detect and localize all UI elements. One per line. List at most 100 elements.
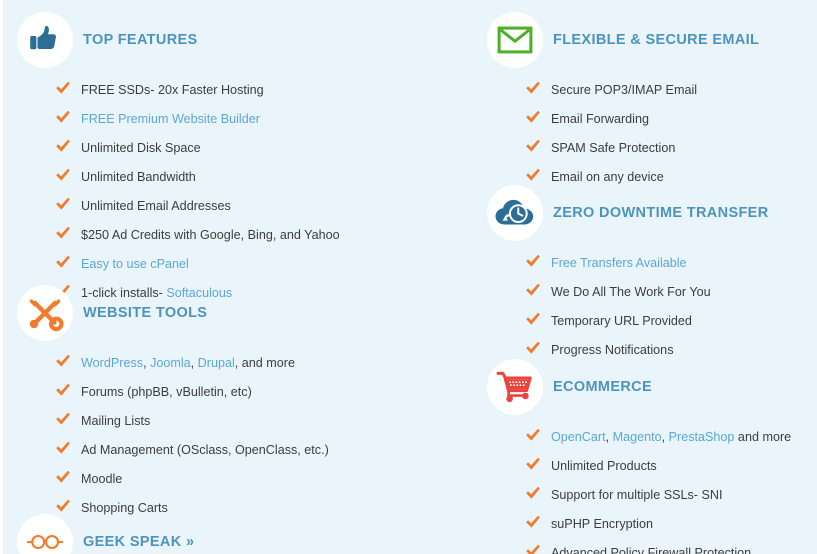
section-title: TOP FEATURES [83, 32, 198, 48]
check-icon [525, 544, 541, 554]
feature-list-item: FREE SSDs- 20x Faster Hosting [55, 80, 340, 97]
feature-list-item: Temporary URL Provided [525, 311, 769, 328]
section-title: ZERO DOWNTIME TRANSFER [553, 205, 769, 221]
feature-label: suPHP Encryption [551, 518, 653, 531]
section-title[interactable]: GEEK SPEAK » [83, 534, 194, 550]
feature-list-item: OpenCart, Magento, PrestaShop and more [525, 427, 791, 444]
feature-label: Easy to use cPanel [81, 258, 189, 271]
feature-link[interactable]: Easy to use cPanel [81, 257, 189, 271]
section-header: ZERO DOWNTIME TRANSFER [487, 185, 769, 241]
feature-link[interactable]: Free Transfers Available [551, 256, 687, 270]
feature-list-item: Forums (phpBB, vBulletin, etc) [55, 382, 329, 399]
check-icon [525, 341, 541, 355]
feature-label: Free Transfers Available [551, 257, 687, 270]
feature-text: $250 Ad Credits with Google, Bing, and Y… [81, 227, 340, 242]
feature-text: Unlimited Disk Space [81, 140, 201, 155]
feature-text: Unlimited Products [551, 458, 657, 473]
feature-link[interactable]: PrestaShop [669, 430, 735, 444]
check-icon [55, 255, 71, 269]
feature-text: and more [734, 430, 792, 444]
check-icon [55, 168, 71, 182]
feature-text: Ad Management (OSclass, OpenClass, etc.) [81, 442, 329, 457]
feature-link[interactable]: FREE Premium Website Builder [81, 112, 260, 126]
check-icon [55, 226, 71, 240]
feature-list: Secure POP3/IMAP Email Email Forwarding SP… [525, 80, 759, 184]
feature-list-wrap: FREE SSDs- 20x Faster Hosting FREE Premiu… [55, 80, 340, 299]
feature-list-wrap: OpenCart, Magento, PrestaShop and more Un… [525, 427, 791, 554]
feature-list-item: Moodle [55, 469, 329, 486]
section-geek-speak[interactable]: GEEK SPEAK » [17, 514, 194, 554]
feature-text: Progress Notifications [551, 342, 674, 357]
check-icon [525, 486, 541, 500]
cloud-clock-icon [487, 185, 543, 241]
feature-list: FREE SSDs- 20x Faster Hosting FREE Premiu… [55, 80, 340, 299]
section-zero-downtime-transfer: ZERO DOWNTIME TRANSFER Free Transfers Av… [487, 185, 769, 369]
feature-list: Free Transfers Available We Do All The Wo… [525, 253, 769, 357]
feature-label: WordPress, Joomla, Drupal, and more [81, 357, 295, 370]
check-icon [55, 354, 71, 368]
check-icon [55, 499, 71, 513]
feature-list-item: WordPress, Joomla, Drupal, and more [55, 353, 329, 370]
feature-list-item: Easy to use cPanel [55, 254, 340, 271]
glasses-icon [17, 514, 73, 554]
feature-link[interactable]: WordPress [81, 356, 143, 370]
feature-list-item: Unlimited Email Addresses [55, 196, 340, 213]
feature-list-item: Free Transfers Available [525, 253, 769, 270]
feature-text: Email on any device [551, 169, 664, 184]
check-icon [55, 110, 71, 124]
feature-label: Advanced Policy Firewall Protection [551, 547, 751, 554]
feature-label: OpenCart, Magento, PrestaShop and more [551, 431, 791, 444]
features-panel: TOP FEATURES FREE SSDs- 20x Faster Hosti… [3, 0, 817, 554]
feature-label: We Do All The Work For You [551, 286, 711, 299]
check-icon [525, 110, 541, 124]
check-icon [525, 81, 541, 95]
feature-label: Email Forwarding [551, 113, 649, 126]
check-icon [55, 81, 71, 95]
feature-label: SPAM Safe Protection [551, 142, 675, 155]
feature-list-item: Unlimited Products [525, 456, 791, 473]
section-title: ECOMMERCE [553, 379, 653, 395]
feature-text: SPAM Safe Protection [551, 140, 676, 155]
section-title: WEBSITE TOOLS [83, 305, 208, 321]
feature-list-item: Secure POP3/IMAP Email [525, 80, 759, 97]
section-header[interactable]: GEEK SPEAK » [17, 514, 194, 554]
section-title: FLEXIBLE & SECURE EMAIL [553, 32, 760, 48]
envelope-icon [487, 12, 543, 68]
feature-text: Temporary URL Provided [551, 313, 692, 328]
feature-list-item: Support for multiple SSLs- SNI [525, 485, 791, 502]
feature-link[interactable]: Joomla [150, 356, 191, 370]
feature-text: Secure POP3/IMAP Email [551, 83, 698, 97]
feature-text: FREE SSDs- 20x Faster Hosting [81, 83, 264, 97]
section-header: WEBSITE TOOLS [17, 285, 329, 341]
feature-text: Support for multiple SSLs- SNI [551, 487, 723, 502]
feature-list-item: suPHP Encryption [525, 514, 791, 531]
feature-text: suPHP Encryption [551, 516, 653, 531]
feature-label: Secure POP3/IMAP Email [551, 84, 697, 97]
thumbs-up-icon [17, 12, 73, 68]
check-icon [525, 139, 541, 153]
feature-list-wrap: Free Transfers Available We Do All The Wo… [525, 253, 769, 357]
check-icon [525, 312, 541, 326]
check-icon [55, 139, 71, 153]
feature-text: , [143, 356, 151, 370]
feature-label: Mailing Lists [81, 415, 150, 428]
feature-label: FREE Premium Website Builder [81, 113, 260, 126]
feature-text: Unlimited Bandwidth [81, 169, 196, 184]
feature-label: Moodle [81, 473, 122, 486]
section-ecommerce: ECOMMERCE OpenCart, Magento, PrestaShop … [487, 359, 791, 554]
check-icon [55, 383, 71, 397]
feature-link[interactable]: OpenCart [551, 430, 606, 444]
check-icon [525, 428, 541, 442]
feature-link[interactable]: Drupal [198, 356, 235, 370]
feature-link[interactable]: Magento [613, 430, 662, 444]
feature-list-wrap: Secure POP3/IMAP Email Email Forwarding SP… [525, 80, 759, 184]
feature-label: Unlimited Disk Space [81, 142, 201, 155]
feature-text: Moodle [81, 471, 123, 486]
feature-list-item: Email on any device [525, 167, 759, 184]
feature-label: $250 Ad Credits with Google, Bing, and Y… [81, 229, 340, 242]
section-header: ECOMMERCE [487, 359, 791, 415]
feature-list-wrap: WordPress, Joomla, Drupal, and more Forum… [55, 353, 329, 515]
check-icon [525, 254, 541, 268]
geek-speak-label: GEEK SPEAK [83, 534, 182, 550]
feature-label: Progress Notifications [551, 344, 674, 357]
